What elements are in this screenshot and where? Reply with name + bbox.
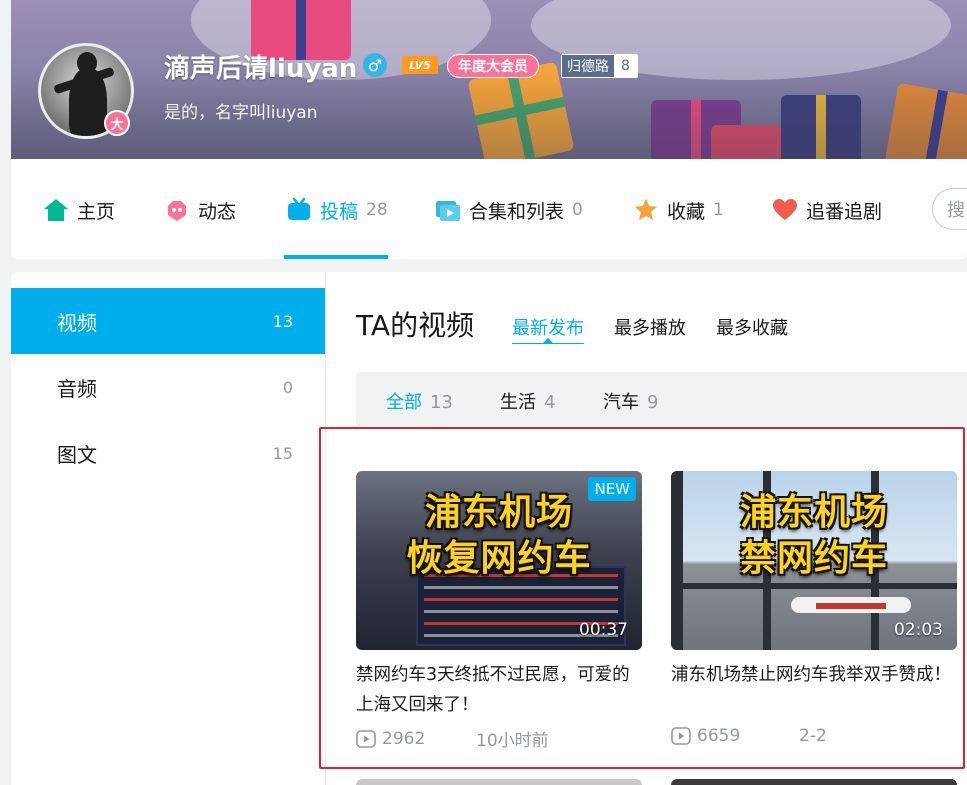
profile-banner: [11, 0, 967, 159]
nav-active-indicator: [284, 255, 388, 259]
nav-item-favorites[interactable]: 收藏 1: [633, 195, 724, 225]
publish-time: 10小时前: [476, 731, 549, 751]
sidebar-item-count: 13: [272, 311, 293, 331]
sort-tab-most-played[interactable]: 最多播放: [614, 314, 686, 340]
video-duration: 00:37: [579, 620, 628, 640]
medal-name: 归德路: [562, 55, 614, 77]
level-badge: LV5: [402, 56, 438, 74]
vip-avatar-badge: 大: [104, 110, 130, 136]
sidebar-item-label: 图文: [57, 442, 97, 467]
publish-time: 2-2: [799, 726, 827, 746]
vip-badge[interactable]: 年度大会员: [447, 54, 539, 78]
filter-car[interactable]: 汽车 9: [603, 388, 658, 414]
sidebar-item-label: 音频: [57, 376, 97, 401]
user-signature: 是的，名字叫liuyan: [164, 103, 318, 123]
sort-caret-icon: [543, 338, 553, 343]
sidebar-item-audio[interactable]: 音频 0: [11, 354, 325, 420]
nav-item-uploads[interactable]: 投稿 28: [286, 195, 388, 225]
sort-tab-most-favorited[interactable]: 最多收藏: [716, 314, 788, 340]
video-meta: 2962 10小时前: [356, 726, 642, 751]
video-thumbnail[interactable]: 浦东机场 禁网约车 02:03: [671, 471, 957, 650]
main-panel: 视频 13 音频 0 图文 15 TA的视频 最新发布 最多播放 最多收藏 全部…: [11, 272, 967, 785]
medal-level: 8: [614, 55, 637, 77]
nav-item-bangumi[interactable]: 追番追剧: [772, 195, 882, 225]
video-card[interactable]: 浦东机场 恢复网约车 NEW 00:37 禁网约车3天终抵不过民愿，可爱的上海又…: [356, 471, 642, 751]
sidebar-item-video[interactable]: 视频 13: [11, 288, 325, 354]
play-count: 2962: [382, 728, 426, 749]
sidebar-item-count: 0: [282, 377, 293, 397]
dynamic-icon: [164, 197, 190, 223]
tv-icon: [286, 197, 312, 223]
thumbnail-caption: 恢复网约车: [406, 538, 592, 579]
star-icon: [633, 197, 659, 223]
sidebar-item-count: 15: [272, 443, 293, 463]
fan-medal[interactable]: 归德路 8: [561, 54, 638, 78]
video-thumbnail[interactable]: 浦东机场 恢复网约车 NEW 00:37: [356, 471, 642, 650]
video-title[interactable]: 禁网约车3天终抵不过民愿，可爱的上海又回来了！: [356, 660, 642, 720]
video-meta: 6659 2-2: [671, 726, 957, 746]
next-video-thumbnail[interactable]: [356, 779, 642, 785]
video-title[interactable]: 浦东机场禁止网约车我举双手赞成！: [671, 660, 957, 720]
heart-icon: [772, 197, 798, 223]
sidebar: 视频 13 音频 0 图文 15: [11, 272, 326, 785]
new-badge: NEW: [588, 477, 636, 501]
sidebar-item-article[interactable]: 图文 15: [11, 420, 325, 486]
user-name: 滴声后请liuyan: [164, 54, 358, 84]
nav-item-collections[interactable]: 合集和列表 0: [435, 195, 583, 225]
play-count: 6659: [697, 726, 741, 746]
content-title: TA的视频: [356, 309, 475, 342]
filter-bar: 全部 13 生活 4 汽车 9: [356, 372, 967, 426]
nav-item-dynamic[interactable]: 动态: [164, 195, 236, 225]
filter-life[interactable]: 生活 4: [500, 388, 555, 414]
video-duration: 02:03: [894, 620, 943, 640]
filter-all[interactable]: 全部 13: [386, 388, 453, 414]
collection-icon: [435, 197, 461, 223]
home-icon: [43, 197, 69, 223]
next-video-thumbnail[interactable]: [671, 779, 957, 785]
profile-nav: 主页 动态 投稿 28 合集和列表 0 收藏 1 追番追剧 搜: [11, 159, 967, 259]
thumbnail-caption: 浦东机场: [739, 492, 888, 533]
play-count-icon: [356, 729, 376, 748]
male-icon: ♂: [363, 53, 387, 77]
play-count-icon: [671, 727, 691, 745]
search-input[interactable]: 搜: [932, 188, 967, 230]
thumbnail-caption: 禁网约车: [739, 538, 888, 579]
sort-tab-latest[interactable]: 最新发布: [512, 314, 584, 340]
sidebar-item-label: 视频: [57, 310, 97, 335]
sort-active-underline: [512, 343, 584, 344]
nav-item-home[interactable]: 主页: [43, 195, 115, 225]
video-card[interactable]: 浦东机场 禁网约车 02:03 浦东机场禁止网约车我举双手赞成！ 6659 2-…: [671, 471, 957, 746]
